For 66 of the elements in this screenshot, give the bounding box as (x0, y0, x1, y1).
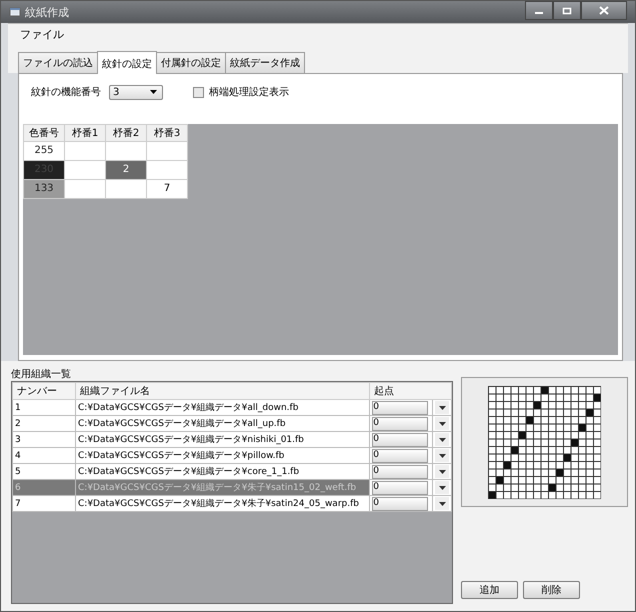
caret-icon (438, 486, 446, 490)
origin-dropdown[interactable]: 0 (372, 496, 428, 510)
dropdown-arrow-button[interactable] (435, 497, 449, 510)
table-cell: C:¥Data¥GCS¥CGSデータ¥組織データ¥pillow.fb (78, 451, 284, 461)
caret-icon (438, 470, 446, 474)
tab[interactable]: 紋紙データ作成 (225, 52, 305, 73)
origin-dropdown[interactable]: 0 (372, 432, 428, 446)
tab[interactable]: 付属針の設定 (156, 52, 226, 73)
close-icon (599, 6, 609, 15)
table-cell: C:¥Data¥GCS¥CGSデータ¥組織データ¥朱子¥satin24_05_warp.fb (78, 499, 359, 509)
caret-icon (438, 406, 446, 410)
dropdown-arrow-button[interactable] (435, 401, 449, 414)
origin-dropdown[interactable]: 0 (372, 480, 428, 494)
dropdown-arrow-button[interactable] (435, 481, 449, 494)
caret-icon (438, 438, 446, 442)
maximize-icon (562, 6, 572, 14)
origin-dropdown[interactable]: 0 (372, 464, 428, 478)
table-cell: 6 (15, 482, 21, 492)
table-cell: 3 (15, 434, 21, 444)
table-cell: C:¥Data¥GCS¥CGSデータ¥組織データ¥all_up.fb (78, 419, 286, 429)
column-header: 杼番3 (146, 124, 188, 142)
table-cell: 2 (106, 161, 146, 179)
button[interactable]: 追加 (461, 581, 518, 599)
table-cell: C:¥Data¥GCS¥CGSデータ¥組織データ¥all_down.fb (78, 403, 298, 413)
table-cell: C:¥Data¥GCS¥CGSデータ¥組織データ¥朱子¥satin15_02_weft.fb (78, 483, 356, 493)
dropdown-arrow-button[interactable] (435, 449, 449, 462)
origin-dropdown[interactable]: 0 (372, 448, 428, 462)
dropdown-arrow-button[interactable] (435, 465, 449, 478)
close-button[interactable] (581, 1, 627, 20)
table-cell: 4 (15, 450, 21, 460)
table-cell: 1 (15, 402, 21, 412)
menu-item[interactable]: ファイル (20, 26, 64, 42)
table-cell: 2 (15, 418, 21, 428)
window-title: 紋紙作成 (25, 4, 70, 20)
table-cell: 5 (15, 466, 21, 476)
caret-icon (150, 90, 157, 94)
tab[interactable]: 紋針の設定 (97, 51, 157, 74)
caret-icon (438, 502, 446, 506)
maximize-button[interactable] (553, 1, 581, 20)
table-cell: 133 (24, 180, 64, 198)
dropdown-arrow-button[interactable] (435, 417, 449, 430)
checkbox-label: 柄端処理設定表示 (209, 86, 289, 99)
table-cell: 7 (15, 498, 21, 508)
column-header: ナンバー (12, 382, 76, 400)
field-label: 紋針の機能番号 (31, 86, 101, 99)
button[interactable]: 削除 (523, 581, 580, 599)
column-header: 組織ファイル名 (76, 382, 370, 400)
table-cell: 7 (147, 180, 187, 198)
table-cell: C:¥Data¥GCS¥CGSデータ¥組織データ¥nishiki_01.fb (78, 435, 304, 445)
tab[interactable]: ファイルの読込 (18, 52, 98, 73)
caret-icon (438, 454, 446, 458)
column-header: 色番号 (24, 124, 64, 142)
origin-dropdown[interactable]: 0 (372, 416, 428, 430)
app-icon (9, 6, 21, 18)
needle-function-dropdown[interactable]: 3 (109, 84, 163, 100)
column-header: 杼番1 (64, 124, 106, 142)
dropdown-arrow-button[interactable] (435, 433, 449, 446)
minimize-button[interactable] (525, 1, 553, 20)
checkbox[interactable] (193, 86, 204, 98)
origin-dropdown[interactable]: 0 (372, 400, 428, 414)
table-cell: 255 (24, 142, 64, 160)
section-title: 使用組織一覧 (11, 368, 72, 381)
column-header: 杼番2 (106, 124, 146, 142)
column-header: 起点 (370, 382, 452, 400)
table-cell: C:¥Data¥GCS¥CGSデータ¥組織データ¥core_1_1.fb (78, 467, 300, 477)
caret-icon (438, 422, 446, 426)
